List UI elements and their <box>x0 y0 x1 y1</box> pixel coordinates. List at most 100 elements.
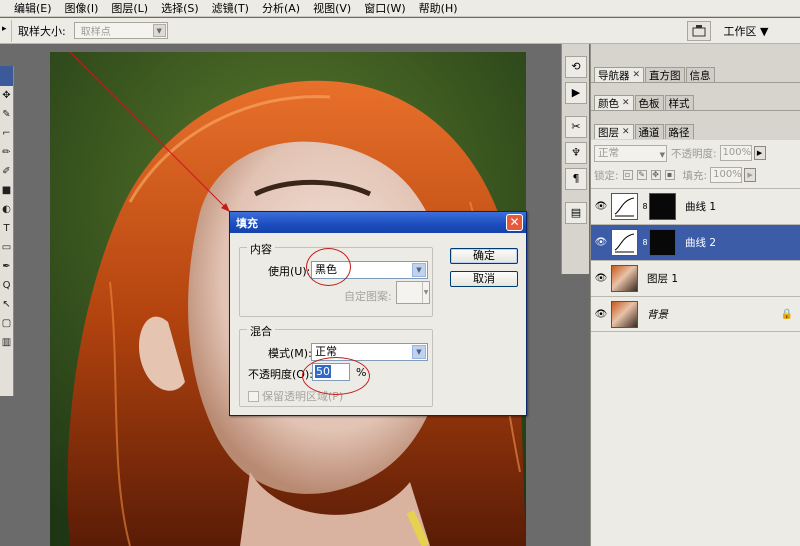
close-icon[interactable]: ✕ <box>622 127 630 137</box>
tab-color[interactable]: 颜色 ✕ <box>594 95 634 110</box>
close-icon[interactable]: ✕ <box>622 98 630 108</box>
eye-icon[interactable]: 👁 <box>591 201 611 212</box>
workspace-button[interactable]: 工作区 ▼ <box>716 21 776 41</box>
menu-layer[interactable]: 图层(L) <box>111 0 148 16</box>
lock-label: 锁定: <box>594 169 619 182</box>
panel-divider-2 <box>591 110 800 111</box>
panel-divider <box>591 82 800 83</box>
navigator-panel-tabs: 导航器 ✕ 直方图 信息 <box>591 65 800 82</box>
workspace-icon-button[interactable] <box>687 21 711 41</box>
menu-edit[interactable]: 编辑(E) <box>14 0 52 16</box>
layers-panel-tabs: 图层 ✕ 通道 路径 <box>591 122 800 139</box>
lock-transparency-icon[interactable]: ▫ <box>622 170 633 180</box>
menu-analysis[interactable]: 分析(A) <box>262 0 300 16</box>
preserve-transparency-checkbox[interactable] <box>248 390 259 402</box>
lasso-tool-icon[interactable]: ✎ <box>0 105 13 124</box>
layer-opacity-input[interactable]: 100% <box>719 145 752 161</box>
custom-pattern-label: 自定图案: <box>344 290 392 303</box>
link-icon: 8 <box>642 202 648 211</box>
close-icon[interactable]: ✕ <box>633 70 641 80</box>
menu-window[interactable]: 窗口(W) <box>364 0 405 16</box>
gradient-tool-icon[interactable]: ■ <box>0 181 13 200</box>
path-select-tool-icon[interactable]: ↖ <box>0 295 13 314</box>
layer-mask-thumb[interactable] <box>649 229 676 256</box>
toolbox: ✥ ✎ ⌐ ✏ ✐ ■ ◐ T ▭ ✒ Q ↖ ▢ ▥ <box>0 66 14 396</box>
type-tool-icon[interactable]: T <box>0 219 13 238</box>
dock-separator <box>562 104 589 112</box>
tab-navigator[interactable]: 导航器 ✕ <box>594 67 645 82</box>
history-icon[interactable]: ⟲ <box>565 56 587 78</box>
eye-icon[interactable]: 👁 <box>591 237 611 248</box>
layer-row-layer-1[interactable]: 👁 图层 1 <box>591 260 800 296</box>
dock-grip[interactable] <box>562 44 589 52</box>
zoom-tool-icon[interactable]: Q <box>0 276 13 295</box>
screen-mode-icon[interactable]: ▥ <box>0 333 13 352</box>
menu-select[interactable]: 选择(S) <box>161 0 199 16</box>
menu-filter[interactable]: 滤镜(T) <box>212 0 249 16</box>
lock-pixels-icon[interactable]: ✎ <box>636 170 647 180</box>
actions-icon[interactable]: ▶ <box>565 82 587 104</box>
paragraph-icon[interactable]: ¶ <box>565 168 587 190</box>
eyedropper-tool-icon[interactable]: ✒ <box>0 257 13 276</box>
curve-thumb-graphic <box>614 197 635 217</box>
tab-info[interactable]: 信息 <box>685 67 715 82</box>
move-tool-icon[interactable]: ✥ <box>0 86 13 105</box>
layer-row-background[interactable]: 👁 背景 🔒 <box>591 296 800 332</box>
dialog-title-bar[interactable]: 填充 <box>230 212 526 233</box>
custom-pattern-picker: ▼ <box>396 281 430 304</box>
workspace-icon <box>692 25 706 37</box>
sample-size-select[interactable]: 取样点 ▼ <box>73 22 168 39</box>
annotation-ellipse-use <box>306 248 351 286</box>
photoshop-window: 编辑(E) 图像(I) 图层(L) 选择(S) 滤镜(T) 分析(A) 视图(V… <box>0 0 800 546</box>
tab-swatches[interactable]: 色板 <box>634 95 664 110</box>
layer-row-curves-1[interactable]: 👁 8 曲线 1 <box>591 188 800 224</box>
layer-row-curves-2[interactable]: 👁 8 曲线 2 <box>591 224 800 260</box>
tool-preset-picker[interactable]: ▸ <box>0 19 12 42</box>
eye-icon[interactable]: 👁 <box>591 273 611 284</box>
tab-histogram-label: 直方图 <box>649 69 681 82</box>
quick-mask-icon[interactable]: ▢ <box>0 314 13 333</box>
sample-size-value: 取样点 <box>80 27 111 38</box>
tab-layers[interactable]: 图层 ✕ <box>594 124 634 139</box>
curve-thumb-graphic <box>614 233 635 253</box>
eye-icon[interactable]: 👁 <box>591 309 611 320</box>
blending-group-title: 混合 <box>247 323 275 339</box>
opacity-slider-toggle[interactable]: ▶ <box>753 146 766 160</box>
panel-dock-strip: ⟲ ▶ ✂ ♆ ¶ ▤ <box>561 44 589 274</box>
chevron-down-icon: ▼ <box>412 263 426 277</box>
cancel-button[interactable]: 取消 <box>450 271 518 287</box>
layer-name: 曲线 2 <box>685 237 717 249</box>
brush-tool-icon[interactable]: ✏ <box>0 143 13 162</box>
tab-styles[interactable]: 样式 <box>664 95 694 110</box>
layer-blend-mode-select[interactable]: 正常 ▼ <box>594 144 667 162</box>
layer-comps-icon[interactable]: ▤ <box>565 202 587 224</box>
annotation-ellipse-opacity <box>302 357 370 395</box>
menu-view[interactable]: 视图(V) <box>313 0 351 16</box>
layer-opacity-label: 不透明度: <box>671 147 717 160</box>
chevron-down-icon: ▼ <box>412 345 426 359</box>
lock-all-icon[interactable]: ▪ <box>664 170 675 180</box>
menu-image[interactable]: 图像(I) <box>65 0 99 16</box>
fill-input[interactable]: 100% <box>710 167 743 183</box>
brush-icon[interactable]: ♆ <box>565 142 587 164</box>
stamp-tool-icon[interactable]: ✐ <box>0 162 13 181</box>
tab-histogram[interactable]: 直方图 <box>645 67 685 82</box>
crop-tool-icon[interactable]: ⌐ <box>0 124 13 143</box>
close-icon[interactable]: ✕ <box>506 214 523 231</box>
tab-paths[interactable]: 路径 <box>664 124 694 139</box>
shape-tool-icon[interactable]: ▭ <box>0 238 13 257</box>
menu-help[interactable]: 帮助(H) <box>419 0 458 16</box>
tab-channels-label: 通道 <box>638 126 660 139</box>
dodge-tool-icon[interactable]: ◐ <box>0 200 13 219</box>
fill-slider-toggle[interactable]: ▶ <box>744 168 757 182</box>
layer-name: 图层 1 <box>647 273 679 285</box>
layer-mask-thumb[interactable] <box>649 193 676 220</box>
layers-panel: 正常 ▼ 不透明度: 100% ▶ 锁定: ▫ ✎ ✥ ▪ 填充: 100% ▶ … <box>591 140 800 546</box>
lock-position-icon[interactable]: ✥ <box>650 170 661 180</box>
tab-channels[interactable]: 通道 <box>634 124 664 139</box>
tools-icon[interactable]: ✂ <box>565 116 587 138</box>
blend-mode-value: 正常 <box>598 146 619 159</box>
tab-navigator-label: 导航器 <box>598 69 630 82</box>
ok-button[interactable]: 确定 <box>450 248 518 264</box>
menu-bar: 编辑(E) 图像(I) 图层(L) 选择(S) 滤镜(T) 分析(A) 视图(V… <box>0 0 800 17</box>
